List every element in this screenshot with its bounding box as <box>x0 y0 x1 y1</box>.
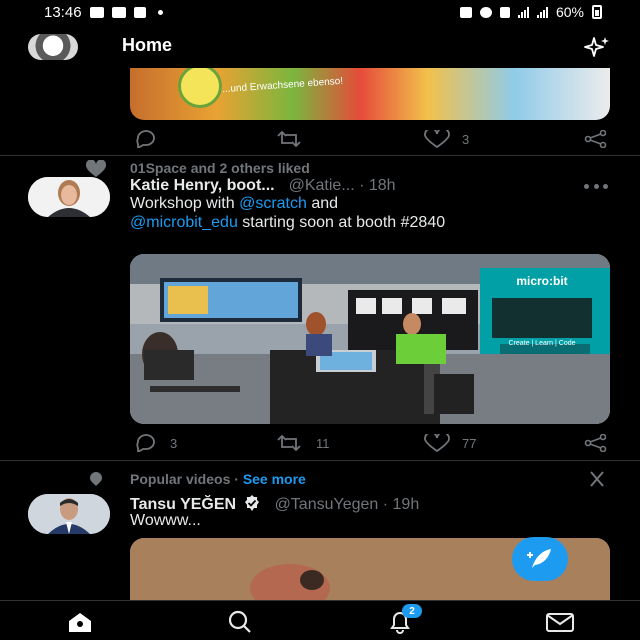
avatar[interactable] <box>28 177 110 217</box>
liked-heart-icon <box>86 160 106 177</box>
separator: · <box>230 471 243 487</box>
profile-avatar[interactable] <box>28 34 78 60</box>
top-app-bar: Home <box>0 24 640 68</box>
like-count: 77 <box>462 435 477 451</box>
reply-button[interactable] <box>134 130 158 148</box>
mute-icon <box>499 6 510 18</box>
retweet-button[interactable]: 11 <box>274 434 330 452</box>
cast-icon <box>459 6 472 18</box>
nav-search[interactable] <box>220 609 260 635</box>
tweet-text-part: Workshop with <box>130 195 240 212</box>
popular-videos-icon <box>90 472 102 486</box>
media-sign-subtext: Create | Learn | Code <box>508 340 576 347</box>
vegetarian-label-graphic <box>178 64 222 108</box>
author-name[interactable]: Tansu YEĞEN <box>130 496 236 513</box>
share-icon <box>584 434 607 452</box>
share-button[interactable] <box>584 434 608 452</box>
reply-icon <box>136 130 155 148</box>
page-title: Home <box>122 35 173 55</box>
signal-1-icon <box>517 6 529 18</box>
tweet-time[interactable]: · 18h <box>359 177 395 194</box>
nav-home[interactable] <box>60 609 100 635</box>
retweet-count: 11 <box>316 435 330 451</box>
social-context[interactable]: 01Space and 2 others liked <box>130 160 310 176</box>
heart-icon <box>424 434 450 452</box>
tweet-text-part: starting soon at booth #2840 <box>237 214 446 231</box>
compose-tweet-button[interactable] <box>512 537 568 581</box>
tweet-divider <box>0 460 640 461</box>
media-sign-text: micro:bit <box>516 274 568 288</box>
tansu-avatar-photo <box>28 494 110 534</box>
like-button[interactable]: 77 <box>424 434 476 452</box>
share-icon <box>584 130 607 148</box>
katie-avatar-photo <box>28 177 110 217</box>
status-time: 13:46 <box>44 3 82 21</box>
mention-link[interactable]: @scratch <box>239 195 307 212</box>
author-handle[interactable]: @TansuYegen <box>275 496 379 513</box>
nav-messages[interactable] <box>540 609 580 635</box>
tweet-media-photo[interactable]: micro:bit Create | Learn | Code <box>130 254 610 424</box>
message-notification-icon <box>111 6 126 18</box>
tweet-time[interactable]: · 19h <box>383 496 419 513</box>
close-icon[interactable] <box>586 470 608 488</box>
like-button[interactable]: 3 <box>424 130 469 148</box>
bottom-navigation <box>0 600 640 640</box>
author-handle[interactable]: @Katie... <box>289 177 355 194</box>
heart-icon <box>424 130 450 148</box>
share-button[interactable] <box>584 130 608 148</box>
home-icon <box>69 613 91 632</box>
retweet-icon <box>277 434 301 452</box>
image-caption-text: ...und Erwachsene ebenso! <box>221 75 344 96</box>
reply-button[interactable]: 3 <box>134 434 177 452</box>
messages-icon <box>546 613 574 632</box>
gallery-notification-icon <box>89 6 104 18</box>
alarm-icon <box>479 6 492 18</box>
battery-icon <box>592 5 602 19</box>
tweet-header: Katie Henry, boot... @Katie... · 18h <box>130 177 396 195</box>
avatar[interactable] <box>28 494 110 534</box>
reply-icon <box>136 434 155 452</box>
tweet-text: Wowww... <box>130 512 201 529</box>
tools-notification-icon <box>133 6 146 18</box>
like-count: 3 <box>462 131 470 147</box>
more-notifications-dot-icon <box>157 9 163 15</box>
tweet-divider <box>0 155 640 156</box>
reply-count: 3 <box>170 435 178 451</box>
tweet-text: Workshop with @scratch and @microbit_edu… <box>130 194 600 232</box>
compose-feather-icon <box>527 549 551 568</box>
author-name[interactable]: Katie Henry, boot... <box>130 177 275 194</box>
signal-2-icon <box>536 6 548 18</box>
see-more-link[interactable]: See more <box>243 471 306 487</box>
verified-badge-icon <box>244 495 259 511</box>
retweet-button[interactable] <box>274 130 304 148</box>
status-bar: 13:46 60% <box>0 0 640 24</box>
battery-percent: 60% <box>555 4 584 20</box>
retweet-icon <box>277 130 301 148</box>
sparkle-icon[interactable] <box>582 34 612 60</box>
notification-count-badge: 2 <box>402 604 422 618</box>
mention-link[interactable]: @microbit_edu <box>130 214 238 231</box>
search-icon <box>228 610 251 633</box>
popular-videos-label: Popular videos <box>130 471 231 487</box>
tweet-header: Tansu YEĞEN @TansuYegen · 19h <box>130 494 419 514</box>
tweet-media-image[interactable]: ...und Erwachsene ebenso! <box>130 62 610 120</box>
tweet-text-part: and <box>306 195 339 212</box>
more-options-icon[interactable] <box>584 184 608 190</box>
popular-videos-header: Popular videos · See more <box>130 471 306 487</box>
